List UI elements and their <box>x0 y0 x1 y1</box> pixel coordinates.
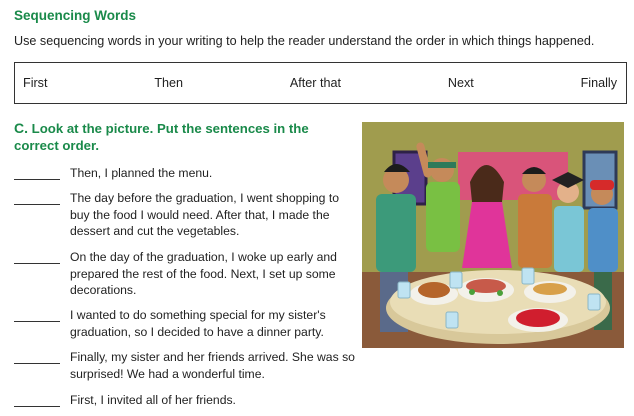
answer-blank[interactable] <box>14 204 60 205</box>
sentence-text: First, I invited all of her friends. <box>70 393 236 407</box>
sentence-text: Finally, my sister and her friends arriv… <box>70 350 355 381</box>
sentence-item: Then, I planned the menu. <box>14 165 349 183</box>
activity-title: Look at the picture. Put the sentences i… <box>14 121 309 153</box>
activity-letter: C. <box>14 120 28 136</box>
section-title: Sequencing Words <box>14 8 137 23</box>
sequencing-word-box: First Then After that Next Finally <box>14 62 627 104</box>
sentence-item: I wanted to do something special for my … <box>14 307 349 343</box>
sentence-text: The day before the graduation, I went sh… <box>70 191 339 238</box>
answer-blank[interactable] <box>14 179 60 180</box>
instruction-text: Use sequencing words in your writing to … <box>14 34 595 48</box>
sentence-item: Finally, my sister and her friends arriv… <box>14 349 355 385</box>
answer-blank[interactable] <box>14 406 60 407</box>
word-next: Next <box>447 76 474 90</box>
sentence-item: The day before the graduation, I went sh… <box>14 190 349 242</box>
answer-blank[interactable] <box>14 263 60 264</box>
sentence-item: First, I invited all of her friends. <box>14 392 349 410</box>
word-after-that: After that <box>289 76 341 90</box>
word-then: Then <box>154 76 184 90</box>
sentence-text: I wanted to do something special for my … <box>70 308 326 339</box>
party-illustration <box>362 122 624 348</box>
answer-blank[interactable] <box>14 321 60 322</box>
answer-blank[interactable] <box>14 363 60 364</box>
sentence-text: On the day of the graduation, I woke up … <box>70 250 337 297</box>
word-finally: Finally <box>580 76 617 90</box>
word-first: First <box>23 76 48 90</box>
activity-heading: C. Look at the picture. Put the sentence… <box>14 120 344 154</box>
sentence-text: Then, I planned the menu. <box>70 166 213 180</box>
sentence-item: On the day of the graduation, I woke up … <box>14 249 349 301</box>
